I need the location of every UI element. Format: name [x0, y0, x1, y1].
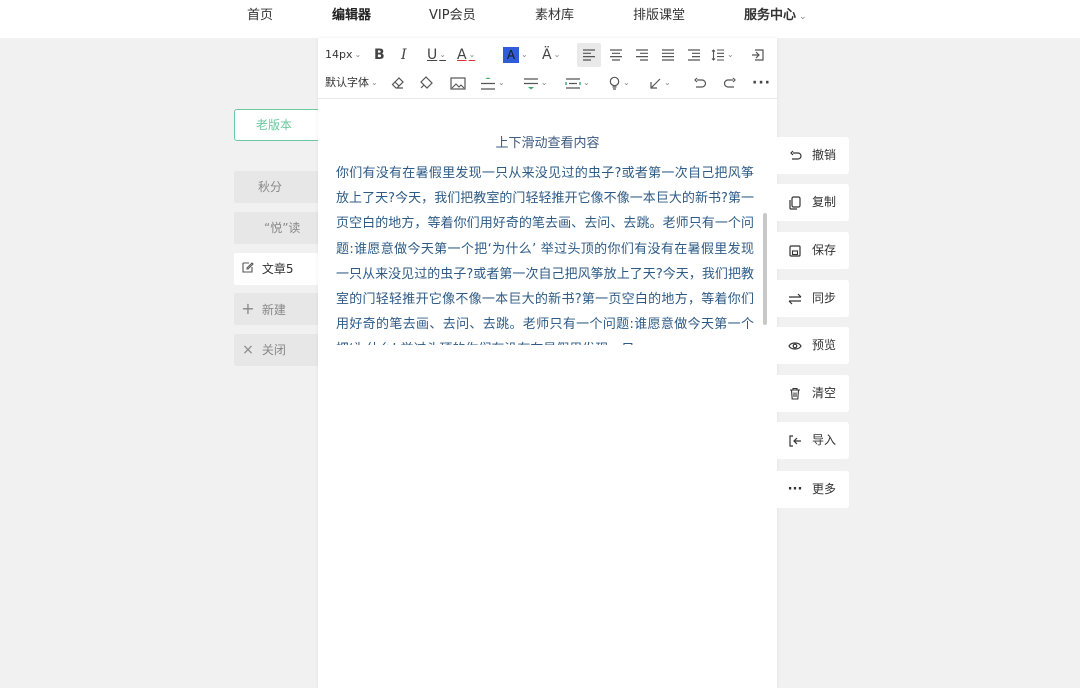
underline-icon[interactable]: U ⌄ [427, 43, 446, 67]
close-article-label: 关闭 [261, 343, 286, 357]
sync-icon [787, 280, 803, 317]
chevron-down-icon: ⌄ [623, 78, 630, 87]
clear-label: 清空 [812, 386, 837, 400]
chevron-down-icon: ⌄ [439, 50, 446, 59]
article-tab-qiufen[interactable]: 秋分 [234, 171, 324, 203]
save-button[interactable]: 保存 [777, 232, 849, 269]
copy-icon [787, 184, 803, 221]
content-title: 上下滑动查看内容 [495, 136, 600, 151]
nav-editor[interactable]: 编辑器 [332, 0, 371, 32]
more-icon: ··· [787, 482, 803, 497]
font-family-select[interactable]: 默认字体 ⌄ [325, 71, 378, 95]
undo-label: 撤销 [812, 148, 837, 162]
chevron-down-icon: ⌄ [583, 78, 590, 87]
chevron-down-icon: ⌄ [371, 78, 378, 87]
preview-label: 预览 [812, 338, 837, 352]
new-article-button[interactable]: + 新建 [234, 293, 324, 325]
chevron-down-icon: ⌄ [799, 12, 807, 22]
text-effect-icon[interactable]: Ä ⌄ [542, 43, 560, 67]
article-tab-label: “悦”读 [264, 221, 301, 235]
article-tab-current[interactable]: 文章5 [234, 253, 324, 285]
chevron-down-icon: ⌄ [498, 78, 505, 87]
more-button[interactable]: ··· 更多 [777, 471, 849, 508]
article-tab-label: 秋分 [258, 180, 283, 194]
undo-button[interactable]: 撤销 [777, 137, 849, 174]
margin-icon[interactable]: ⌄ [565, 71, 590, 95]
italic-icon[interactable]: I [401, 43, 407, 67]
nav-materials[interactable]: 素材库 [535, 0, 574, 32]
clear-button[interactable]: 清空 [777, 375, 849, 412]
plus-icon: + [241, 299, 255, 318]
close-icon: × [242, 342, 254, 358]
more-label: 更多 [812, 482, 837, 496]
editor-panel: 14px ⌄ B I U ⌄ A ⌄ A ⌄ Ä ⌄ ⌄ 默认字体 ⌄ ⌄ ⌄ … [318, 38, 777, 688]
undo-icon [787, 137, 803, 174]
bulb-icon[interactable]: ⌄ [608, 71, 630, 95]
font-color-icon[interactable]: A ⌄ [457, 43, 475, 67]
copy-button[interactable]: 复制 [777, 184, 849, 221]
article-tab-yuedu[interactable]: “悦”读 [234, 212, 324, 244]
paragraph-spacing-icon[interactable]: ⌄ [523, 71, 548, 95]
toolbar-row-1: 14px ⌄ B I U ⌄ A ⌄ A ⌄ Ä ⌄ ⌄ [318, 41, 777, 69]
toolbar-row-2: 默认字体 ⌄ ⌄ ⌄ ⌄ ⌄ ⌄ ··· [318, 69, 777, 97]
editor-content[interactable]: 上下滑动查看内容 你们有没有在暑假里发现一只从来没见过的虫子?或者第一次自己把风… [318, 100, 777, 350]
nav-vip[interactable]: VIP会员 [429, 0, 476, 32]
eye-icon [787, 327, 803, 364]
new-article-label: 新建 [261, 303, 286, 317]
edit-icon [240, 253, 256, 285]
editor-toolbar: 14px ⌄ B I U ⌄ A ⌄ A ⌄ Ä ⌄ ⌄ 默认字体 ⌄ ⌄ ⌄ … [318, 38, 777, 99]
close-article-button[interactable]: × 关闭 [234, 334, 324, 366]
trash-icon [787, 375, 803, 412]
arrow-down-left-icon[interactable]: ⌄ [649, 71, 671, 95]
nav-service-label: 服务中心 [744, 8, 797, 23]
chevron-down-icon: ⌄ [354, 50, 362, 59]
content-scrollbar[interactable] [763, 213, 767, 325]
nav-home[interactable]: 首页 [247, 0, 273, 32]
save-icon [787, 232, 803, 269]
article-tab-label: 文章5 [261, 262, 294, 276]
indent-icon[interactable] [684, 43, 704, 67]
align-left-icon[interactable] [577, 43, 601, 67]
import-label: 导入 [812, 433, 837, 447]
copy-label: 复制 [812, 195, 837, 209]
top-nav: 首页 编辑器 VIP会员 素材库 排版课堂 服务中心 ⌄ [0, 0, 1080, 38]
bold-icon[interactable]: B [374, 43, 385, 67]
nav-classroom[interactable]: 排版课堂 [633, 0, 685, 32]
line-height-icon[interactable]: ⌄ [711, 43, 734, 67]
chevron-down-icon: ⌄ [541, 78, 548, 87]
chevron-down-icon: ⌄ [468, 50, 476, 59]
align-justify-icon[interactable] [658, 43, 678, 67]
divider-icon[interactable]: ⌄ [480, 71, 505, 95]
chevron-down-icon: ⌄ [553, 50, 561, 59]
nav-service-center[interactable]: 服务中心 ⌄ [744, 0, 807, 32]
bg-color-swatch: A [503, 47, 519, 63]
save-label: 保存 [812, 243, 837, 257]
more-icon[interactable]: ··· [752, 71, 771, 95]
image-icon[interactable] [450, 71, 466, 95]
font-size-select[interactable]: 14px ⌄ [325, 43, 361, 67]
redo-icon[interactable] [723, 71, 737, 95]
preview-button[interactable]: 预览 [777, 327, 849, 364]
content-body[interactable]: 你们有没有在暑假里发现一只从来没见过的虫子?或者第一次自己把风筝放上了天?今天，… [336, 161, 754, 345]
import-icon [787, 422, 803, 459]
sync-button[interactable]: 同步 [777, 280, 849, 317]
align-center-icon[interactable] [606, 43, 626, 67]
background-color-icon[interactable]: A ⌄ [503, 43, 528, 67]
sync-label: 同步 [812, 291, 837, 305]
font-size-value: 14px [325, 48, 353, 61]
chevron-down-icon: ⌄ [727, 50, 734, 59]
chevron-down-icon: ⌄ [521, 50, 528, 59]
align-right-icon[interactable] [632, 43, 652, 67]
import-button[interactable]: 导入 [777, 422, 849, 459]
format-painter-icon[interactable] [419, 71, 433, 95]
chevron-down-icon: ⌄ [664, 78, 671, 87]
font-family-value: 默认字体 [325, 76, 369, 89]
eraser-icon[interactable] [391, 71, 405, 95]
undo-icon[interactable] [693, 71, 707, 95]
import-icon[interactable] [751, 43, 765, 67]
old-version-button[interactable]: 老版本 [234, 109, 324, 141]
